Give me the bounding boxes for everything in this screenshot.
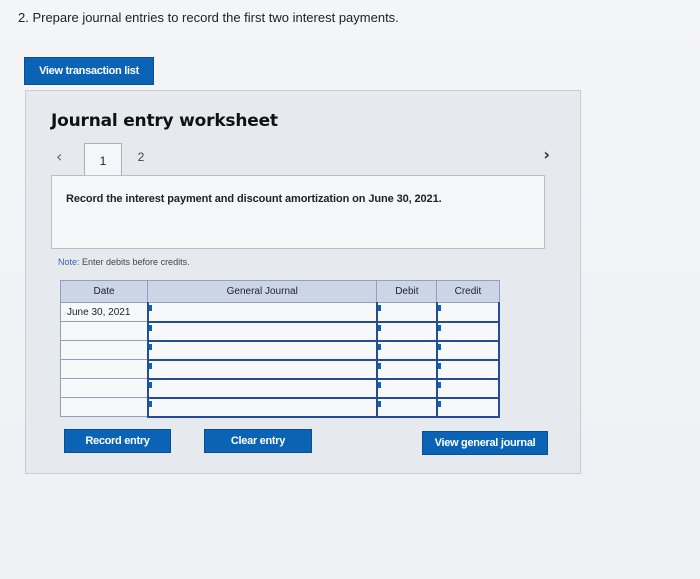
account-select[interactable] xyxy=(146,340,378,361)
table-row xyxy=(59,378,501,399)
credit-input[interactable] xyxy=(436,359,501,380)
date-cell[interactable] xyxy=(59,378,149,398)
chevron-right-icon[interactable]: › xyxy=(543,145,550,164)
input-marker-icon xyxy=(437,400,442,407)
table-header-row: Date General Journal Debit Credit xyxy=(59,280,500,303)
account-select[interactable] xyxy=(146,359,378,380)
table-row xyxy=(59,397,501,418)
record-entry-button[interactable]: Record entry xyxy=(64,429,171,453)
account-select[interactable] xyxy=(146,302,378,323)
credit-input[interactable] xyxy=(436,378,501,399)
chevron-left-icon[interactable]: ‹ xyxy=(56,147,62,166)
input-marker-icon xyxy=(377,324,382,331)
credit-input[interactable] xyxy=(436,321,501,342)
dropdown-marker-icon xyxy=(148,400,153,407)
input-marker-icon xyxy=(437,305,442,311)
table-row: June 30, 2021 xyxy=(59,302,501,323)
date-cell[interactable] xyxy=(59,359,149,379)
input-marker-icon xyxy=(377,381,382,388)
account-select[interactable] xyxy=(146,378,378,399)
debit-input[interactable] xyxy=(376,359,438,380)
date-cell[interactable] xyxy=(59,321,149,341)
note-prefix: Note: xyxy=(58,257,80,267)
input-marker-icon xyxy=(377,305,382,311)
table-row xyxy=(59,359,501,380)
credit-input[interactable] xyxy=(436,340,501,361)
input-marker-icon xyxy=(377,343,382,350)
debit-input[interactable] xyxy=(376,321,438,342)
journal-entry-worksheet-panel: Journal entry worksheet ‹ 1 2 › Record t… xyxy=(25,90,581,474)
note-text: Note: Enter debits before credits. xyxy=(58,257,190,267)
view-transaction-list-button[interactable]: View transaction list xyxy=(24,57,154,85)
header-debit: Debit xyxy=(376,280,438,303)
input-marker-icon xyxy=(377,362,382,369)
credit-input[interactable] xyxy=(436,397,501,418)
date-cell[interactable] xyxy=(59,397,149,417)
dropdown-marker-icon xyxy=(148,381,153,388)
credit-input[interactable] xyxy=(436,302,501,323)
dropdown-marker-icon xyxy=(148,324,153,331)
tab-1[interactable]: 1 xyxy=(84,143,122,177)
note-body: Enter debits before credits. xyxy=(79,257,190,267)
table-row xyxy=(59,340,501,361)
worksheet-title: Journal entry worksheet xyxy=(51,111,278,131)
dropdown-marker-icon xyxy=(148,362,153,369)
header-date: Date xyxy=(59,280,149,303)
date-cell[interactable]: June 30, 2021 xyxy=(59,302,149,322)
dropdown-marker-icon xyxy=(148,305,153,311)
date-cell[interactable] xyxy=(59,340,149,360)
input-marker-icon xyxy=(437,324,442,331)
debit-input[interactable] xyxy=(376,378,438,399)
debit-input[interactable] xyxy=(376,302,438,323)
input-marker-icon xyxy=(377,400,382,407)
input-marker-icon xyxy=(437,381,442,388)
question-text: 2. Prepare journal entries to record the… xyxy=(18,10,399,25)
view-general-journal-button[interactable]: View general journal xyxy=(422,431,548,455)
header-general-journal: General Journal xyxy=(147,280,378,303)
dropdown-marker-icon xyxy=(148,343,153,350)
header-credit: Credit xyxy=(436,280,500,303)
account-select[interactable] xyxy=(146,321,378,342)
debit-input[interactable] xyxy=(376,397,438,418)
clear-entry-button[interactable]: Clear entry xyxy=(204,429,312,453)
table-row xyxy=(59,321,501,342)
input-marker-icon xyxy=(437,343,442,350)
instruction-box: Record the interest payment and discount… xyxy=(51,175,545,249)
account-select[interactable] xyxy=(146,397,378,418)
debit-input[interactable] xyxy=(376,340,438,361)
tab-2[interactable]: 2 xyxy=(126,143,156,171)
journal-table: Date General Journal Debit Credit June 3… xyxy=(59,280,501,418)
input-marker-icon xyxy=(437,362,442,369)
